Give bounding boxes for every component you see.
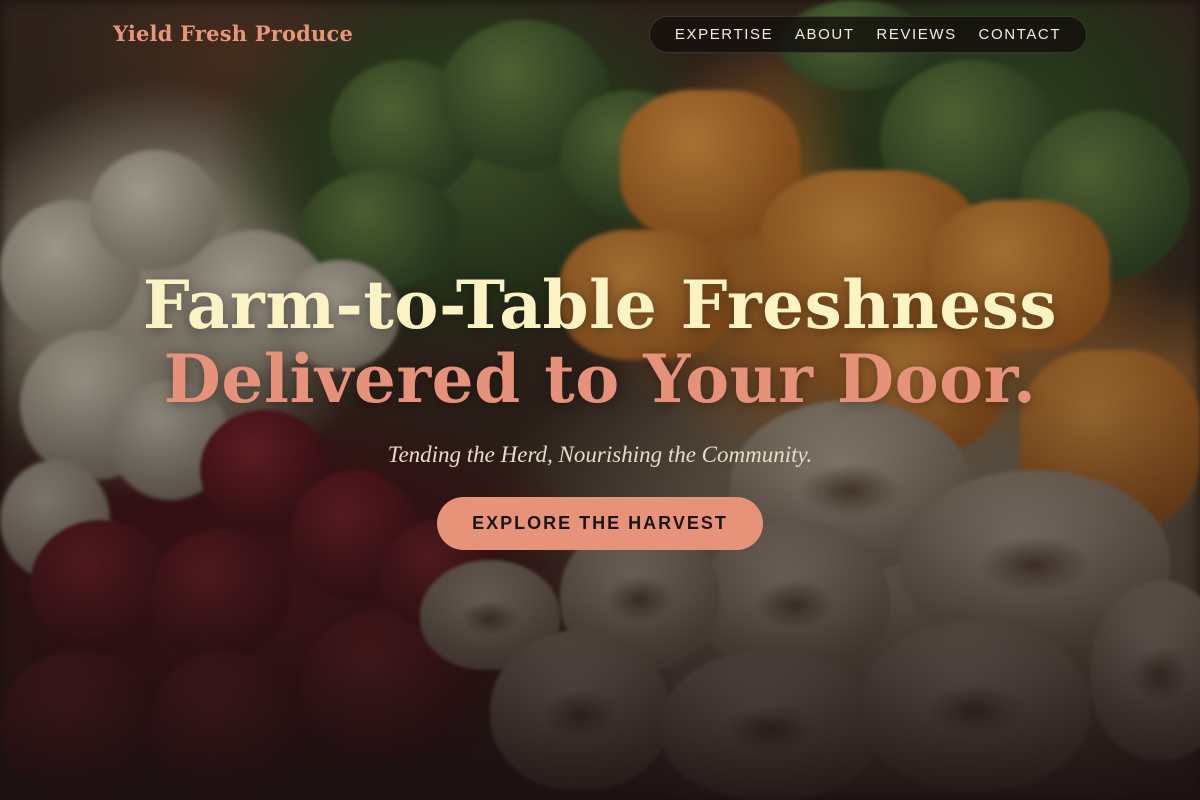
hero-headline-line2: Delivered to Your Door. — [163, 340, 1037, 418]
brand-logo[interactable]: Yield Fresh Produce — [113, 21, 353, 46]
nav-item-reviews[interactable]: REVIEWS — [876, 26, 956, 43]
main-nav: EXPERTISE ABOUT REVIEWS CONTACT — [649, 16, 1087, 53]
nav-item-contact[interactable]: CONTACT — [979, 26, 1062, 43]
hero-headline-line1: Farm-to-Table Freshness — [142, 266, 1058, 344]
nav-item-about[interactable]: ABOUT — [795, 26, 855, 43]
hero-section: Farm-to-Table Freshness Delivered to You… — [0, 268, 1200, 550]
hero-tagline: Tending the Herd, Nourishing the Communi… — [387, 442, 813, 467]
nav-item-expertise[interactable]: EXPERTISE — [675, 26, 773, 43]
explore-harvest-button[interactable]: EXPLORE THE HARVEST — [437, 497, 763, 550]
hero-headline: Farm-to-Table Freshness Delivered to You… — [0, 268, 1200, 416]
